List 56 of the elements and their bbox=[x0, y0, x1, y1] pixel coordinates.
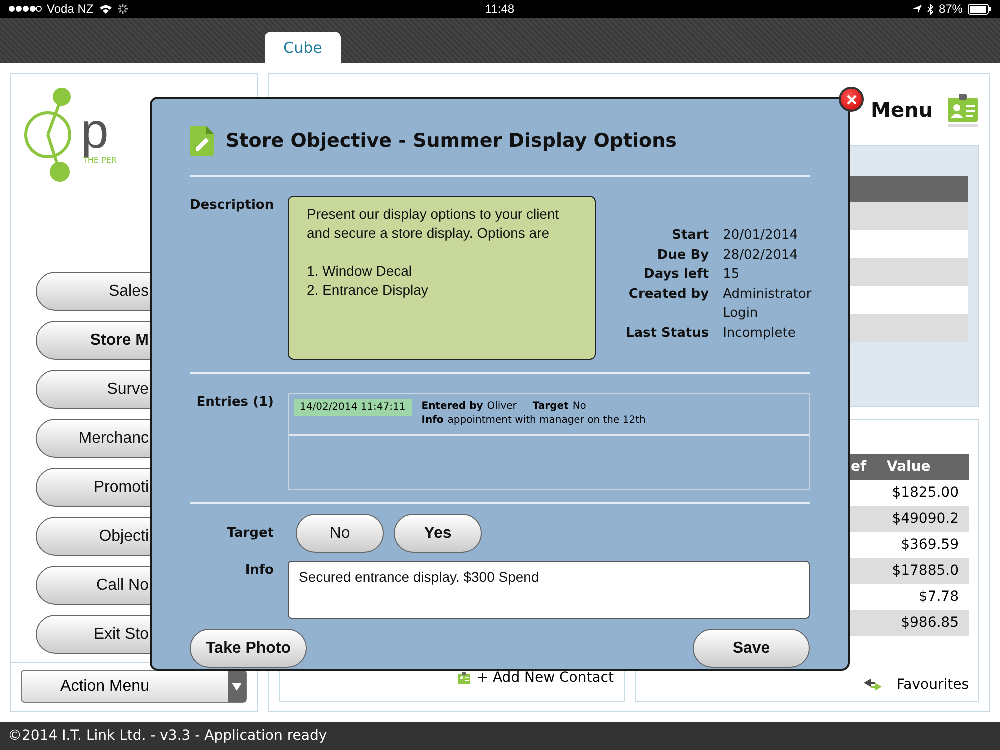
page-title: Menu bbox=[870, 98, 933, 122]
id-card-icon bbox=[947, 92, 979, 128]
column-header: Value bbox=[886, 459, 932, 475]
table-cell-text: $369.59 bbox=[900, 537, 960, 553]
entry-label: Target bbox=[532, 401, 569, 412]
target-option-button[interactable]: Yes bbox=[394, 514, 482, 553]
tab[interactable]: Cube bbox=[265, 32, 341, 63]
detail-label: Start bbox=[671, 227, 710, 245]
entry-value: appointment with manager on the 12th bbox=[448, 415, 646, 426]
bluetooth-icon bbox=[926, 4, 934, 14]
dialog-button[interactable]: Take Photo bbox=[190, 629, 307, 668]
logo-tagline: THE PER bbox=[83, 156, 117, 164]
description-text: Present our display options to your client and secure a store display. Options are 1. Window Decal 2. Entrance Display bbox=[288, 196, 596, 360]
wifi-icon bbox=[98, 4, 113, 14]
timestamp-badge: 14/02/2014 11:47:11 bbox=[294, 399, 412, 416]
table-cell-text: $1825.00 bbox=[891, 485, 960, 501]
dialog-title: Store Objective - Summer Display Options bbox=[226, 130, 677, 152]
status-time: 11:48 bbox=[485, 2, 515, 16]
entry-value: No bbox=[572, 401, 586, 412]
battery-icon bbox=[968, 4, 992, 14]
field-label: Description bbox=[190, 197, 274, 213]
column-header: ef bbox=[850, 459, 868, 475]
signal-icon bbox=[8, 5, 42, 13]
target-option-button[interactable]: No bbox=[296, 514, 384, 553]
detail-label: Created by bbox=[628, 286, 710, 304]
swap-arrows-icon bbox=[862, 678, 883, 692]
detail-value: Incomplete bbox=[723, 324, 797, 342]
detail-value: 28/02/2014 bbox=[723, 246, 800, 264]
footer-status: ©2014 I.T. Link Ltd. - v3.3 - Application ready bbox=[0, 722, 1000, 750]
carrier-name: Voda NZ bbox=[47, 2, 94, 16]
detail-value: 15 bbox=[723, 266, 741, 284]
detail-value: 20/01/2014 bbox=[723, 227, 800, 245]
favourites-link[interactable]: Favourites bbox=[896, 677, 969, 693]
caret-icon bbox=[232, 682, 242, 690]
detail-label: Days left bbox=[643, 266, 710, 284]
table-cell-text: $49090.2 bbox=[891, 511, 960, 527]
location-icon bbox=[912, 4, 922, 14]
close-icon bbox=[846, 94, 856, 104]
info-field[interactable]: Secured entrance display. $300 Spend bbox=[288, 561, 810, 619]
entry-label: Info bbox=[422, 415, 444, 426]
close-button[interactable] bbox=[839, 87, 864, 112]
add-contact-link[interactable]: + Add New Contact bbox=[476, 670, 614, 686]
detail-label: Due By bbox=[656, 246, 710, 264]
activity-icon bbox=[118, 4, 128, 14]
document-pencil-icon bbox=[190, 126, 214, 156]
table-cell-text: $7.78 bbox=[918, 589, 960, 605]
table-cell-text: $17885.0 bbox=[891, 563, 960, 579]
dialog-button[interactable]: Save bbox=[693, 629, 810, 668]
action-menu-dropdown[interactable]: Action Menu bbox=[21, 670, 247, 703]
table-cell-text: $986.85 bbox=[900, 615, 960, 631]
detail-value: Administrator Login bbox=[723, 286, 813, 323]
entry-value: Oliver bbox=[487, 401, 517, 412]
entry-label: Entered by bbox=[422, 401, 484, 412]
contact-card-icon bbox=[456, 671, 471, 685]
battery-percent: 87% bbox=[938, 2, 963, 16]
detail-label: Last Status bbox=[626, 324, 710, 342]
